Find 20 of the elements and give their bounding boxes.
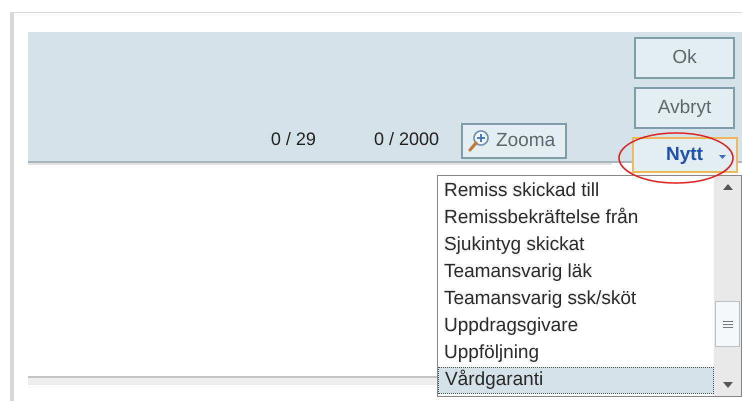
scroll-up-icon (722, 184, 732, 190)
dropdown-item[interactable]: Teamansvarig läk (438, 259, 714, 286)
dropdown-item[interactable]: Uppdragsgivare (438, 313, 714, 340)
scroll-down-icon (722, 382, 732, 388)
ok-button[interactable]: Ok (634, 37, 735, 79)
caret-icon (718, 155, 726, 159)
cancel-button[interactable]: Avbryt (634, 87, 735, 129)
zoom-button[interactable]: Zooma (461, 123, 567, 159)
dropdown-item[interactable]: Teamansvarig ssk/sköt (438, 286, 714, 313)
character-counter: 0 / 29 (270, 128, 316, 151)
character-counter: 0 / 2000 (374, 128, 439, 151)
scrollbar[interactable] (714, 176, 741, 396)
dropdown-item[interactable]: Remiss skickad till (438, 178, 714, 205)
new-menu-button[interactable]: Nytt (632, 137, 738, 173)
dropdown-item[interactable]: Vårdgaranti (438, 367, 714, 394)
scroll-thumb[interactable] (715, 301, 740, 347)
dropdown-item[interactable]: Remissbekräftelse från (438, 205, 714, 232)
dropdown-item[interactable]: Sjukintyg skickat (438, 232, 714, 259)
magnifier-icon (467, 129, 491, 153)
dropdown-item[interactable]: Uppföljning (438, 340, 714, 367)
